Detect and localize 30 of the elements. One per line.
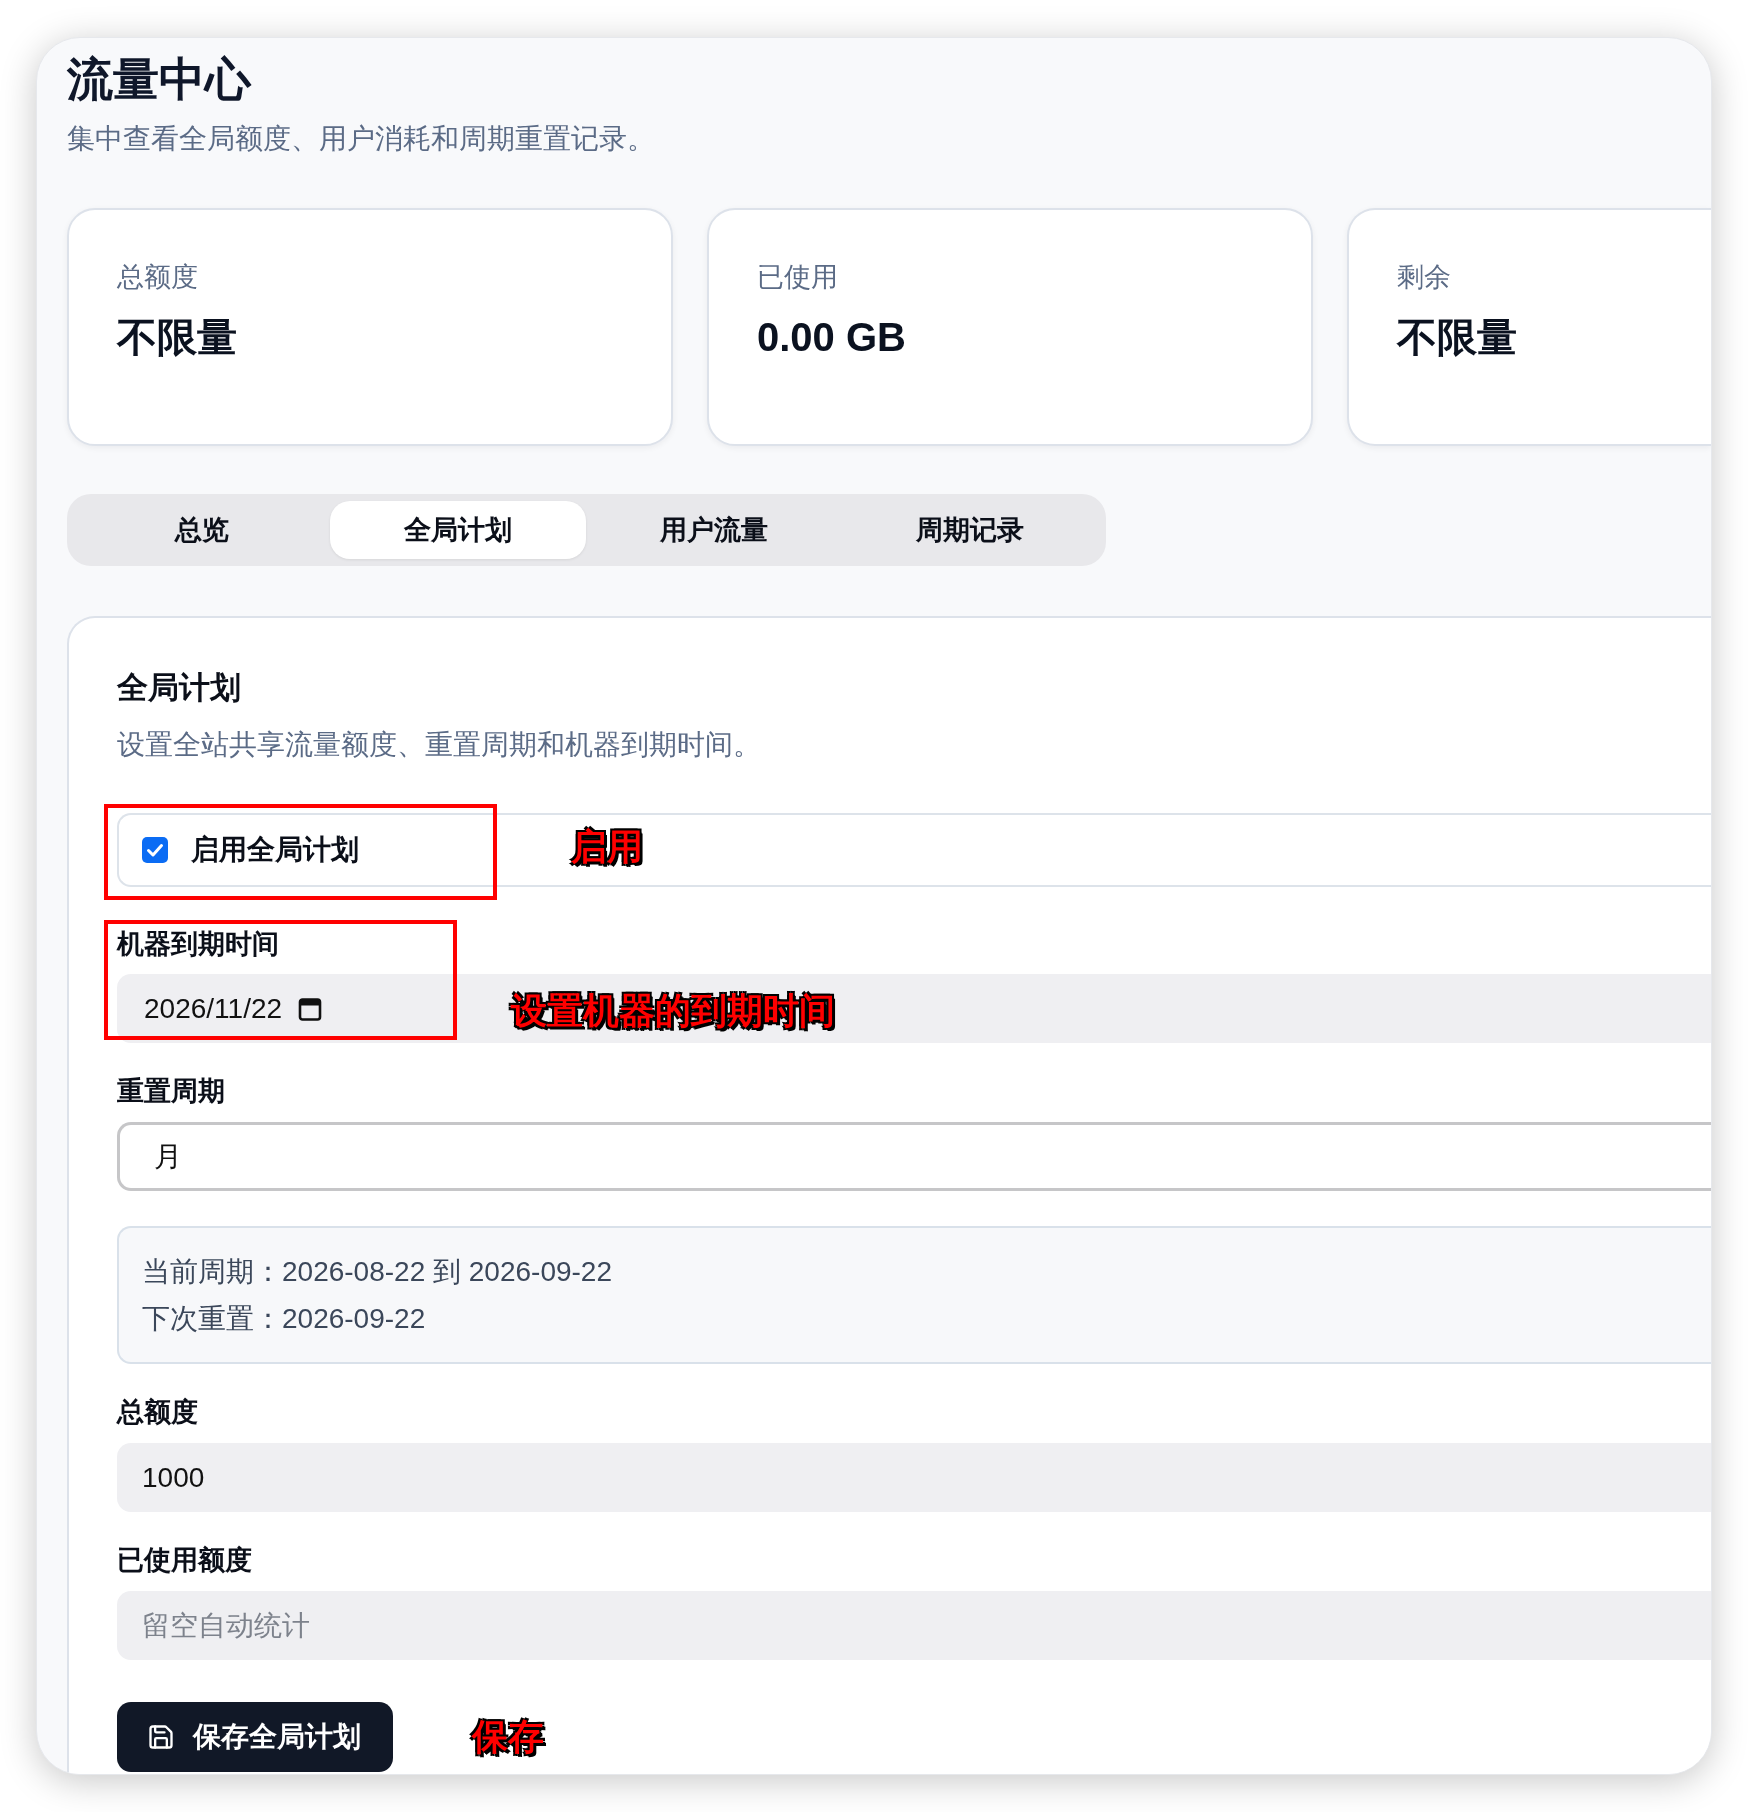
card-description: 设置全站共享流量额度、重置周期和机器到期时间。 <box>117 728 761 762</box>
annotation-text: 设置机器的到期时间 <box>511 989 835 1033</box>
period-select[interactable]: 月 <box>117 1122 1711 1191</box>
page-title: 流量中心 <box>67 52 251 107</box>
stat-label: 总额度 <box>117 261 198 294</box>
checkbox-label[interactable]: 启用全局计划 <box>191 829 359 871</box>
stat-label: 剩余 <box>1397 261 1451 294</box>
calendar-icon[interactable] <box>298 996 323 1021</box>
annotation-text: 启用 <box>571 825 643 869</box>
field-label: 总额度 <box>117 1396 198 1429</box>
annotation-text: 保存 <box>472 1715 544 1759</box>
page-subtitle: 集中查看全局额度、用户消耗和周期重置记录。 <box>67 122 655 156</box>
checkbox[interactable] <box>142 837 168 863</box>
save-button[interactable]: 保存全局计划 <box>117 1702 393 1772</box>
tab[interactable]: 全局计划 <box>330 501 586 559</box>
tab[interactable]: 总览 <box>74 501 330 559</box>
cycle-info-text: 当前周期：2026-08-22 到 2026-09-22 <box>142 1255 612 1289</box>
field-label: 机器到期时间 <box>117 928 279 961</box>
cycle-info-text: 下次重置：2026-09-22 <box>142 1302 426 1336</box>
stat-value: 不限量 <box>1397 314 1517 361</box>
field-label: 重置周期 <box>117 1075 225 1108</box>
stat-value: 0.00 GB <box>757 314 906 361</box>
tab[interactable]: 用户流量 <box>586 501 842 559</box>
card-title: 全局计划 <box>117 669 241 707</box>
save-icon <box>147 1723 175 1751</box>
tab[interactable]: 周期记录 <box>842 501 1098 559</box>
input-field[interactable]: 1000 <box>117 1443 1711 1512</box>
stat-value: 不限量 <box>117 314 237 361</box>
stat-label: 已使用 <box>757 261 838 294</box>
field-label: 已使用额度 <box>117 1544 252 1577</box>
